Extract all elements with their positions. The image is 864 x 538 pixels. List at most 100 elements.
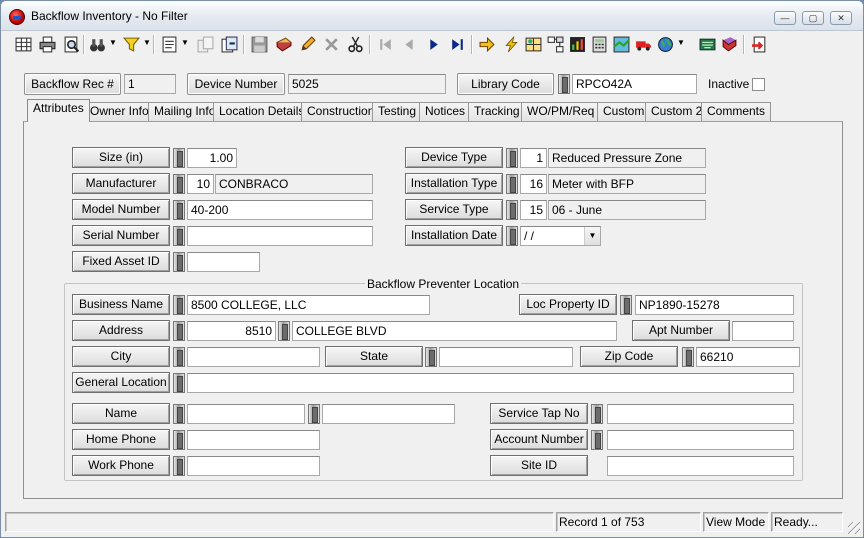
tab-tracking[interactable]: Tracking — [468, 102, 526, 121]
service-tap-no-field[interactable] — [607, 404, 794, 424]
state-button[interactable]: State — [325, 346, 423, 367]
chart-icon[interactable] — [567, 34, 587, 54]
truck-icon[interactable] — [633, 34, 653, 54]
tab-construction[interactable]: Construction — [301, 102, 381, 121]
date-dropdown-arrow-icon[interactable]: ▼ — [584, 227, 600, 245]
service-type-button[interactable]: Service Type — [405, 199, 503, 220]
business-name-field[interactable]: 8500 COLLEGE, LLC — [187, 295, 430, 315]
service-tap-no-button[interactable]: Service Tap No — [490, 403, 588, 424]
service-tap-indicator-icon[interactable] — [591, 404, 603, 424]
service-type-indicator-icon[interactable] — [506, 200, 518, 220]
zip-code-button[interactable]: Zip Code — [580, 346, 678, 367]
loc-property-id-button[interactable]: Loc Property ID — [519, 294, 617, 315]
device-type-indicator-icon[interactable] — [506, 148, 518, 168]
tab-custom-2[interactable]: Custom 2 — [645, 102, 709, 121]
general-location-field[interactable] — [187, 373, 794, 393]
name-button[interactable]: Name — [72, 403, 170, 424]
globe-icon[interactable] — [655, 34, 675, 54]
installation-date-indicator-icon[interactable] — [506, 226, 518, 246]
exit-icon[interactable] — [749, 34, 769, 54]
city-field[interactable] — [187, 347, 320, 367]
tab-location-details[interactable]: Location Details — [213, 102, 311, 121]
map-icon[interactable] — [523, 34, 543, 54]
site-id-button[interactable]: Site ID — [490, 455, 588, 476]
service-type-code-field[interactable]: 15 — [520, 200, 547, 220]
home-phone-indicator-icon[interactable] — [173, 430, 185, 450]
close-button[interactable]: ✕ — [830, 11, 852, 25]
tab-testing[interactable]: Testing — [372, 102, 423, 121]
business-name-indicator-icon[interactable] — [173, 295, 185, 315]
loc-property-id-indicator-icon[interactable] — [620, 295, 632, 315]
home-phone-button[interactable]: Home Phone — [72, 429, 170, 450]
report-icon[interactable] — [159, 34, 179, 54]
globe-dropdown-icon[interactable]: ▼ — [677, 38, 685, 48]
backflow-rec-button[interactable]: Backflow Rec # — [24, 73, 121, 95]
last-record-icon[interactable] — [447, 34, 467, 54]
device-type-button[interactable]: Device Type — [405, 147, 503, 168]
tab-attributes[interactable]: Attributes — [27, 99, 90, 122]
apt-number-field[interactable] — [732, 321, 794, 341]
city-indicator-icon[interactable] — [173, 347, 185, 367]
zip-code-indicator-icon[interactable] — [682, 347, 694, 367]
library-code-button[interactable]: Library Code — [457, 73, 554, 95]
filter-icon[interactable] — [121, 34, 141, 54]
account-number-button[interactable]: Account Number — [490, 429, 588, 450]
size-field[interactable]: 1.00 — [187, 148, 237, 168]
zip-code-field[interactable]: 66210 — [696, 347, 800, 367]
print-icon[interactable] — [37, 34, 57, 54]
manufacturer-indicator-icon[interactable] — [173, 174, 185, 194]
address-number-field[interactable]: 8510 — [187, 321, 276, 341]
address-street-field[interactable]: COLLEGE BLVD — [292, 321, 617, 341]
account-number-field[interactable] — [607, 430, 794, 450]
goto-arrow-icon[interactable] — [477, 34, 497, 54]
work-phone-button[interactable]: Work Phone — [72, 455, 170, 476]
state-field[interactable] — [439, 347, 573, 367]
business-name-button[interactable]: Business Name — [72, 294, 170, 315]
general-location-button[interactable]: General Location — [72, 372, 170, 393]
serial-number-indicator-icon[interactable] — [173, 226, 185, 246]
account-number-indicator-icon[interactable] — [591, 430, 603, 450]
street-indicator-icon[interactable] — [278, 321, 290, 341]
city-button[interactable]: City — [72, 346, 170, 367]
home-phone-field[interactable] — [187, 430, 320, 450]
next-record-icon[interactable] — [423, 34, 443, 54]
work-phone-field[interactable] — [187, 456, 320, 476]
address-indicator-icon[interactable] — [173, 321, 185, 341]
work-phone-indicator-icon[interactable] — [173, 456, 185, 476]
tab-notices[interactable]: Notices — [419, 102, 472, 121]
grid-icon[interactable] — [13, 34, 33, 54]
tab-owner-info[interactable]: Owner Info — [84, 102, 155, 121]
serial-number-button[interactable]: Serial Number — [72, 225, 170, 246]
name-last-field[interactable] — [322, 404, 455, 424]
general-location-indicator-icon[interactable] — [173, 373, 185, 393]
library-code-field[interactable]: RPCO42A — [572, 74, 697, 94]
model-number-indicator-icon[interactable] — [173, 200, 185, 220]
resize-grip-icon[interactable] — [848, 522, 860, 534]
state-indicator-icon[interactable] — [425, 347, 437, 367]
binoculars-icon[interactable] — [87, 34, 107, 54]
tab-mailing-info[interactable]: Mailing Info — [148, 102, 222, 121]
name-last-indicator-icon[interactable] — [308, 404, 320, 424]
fixed-asset-id-button[interactable]: Fixed Asset ID — [72, 251, 170, 272]
address-button[interactable]: Address — [72, 320, 170, 341]
cut-icon[interactable] — [345, 34, 365, 54]
gis-icon[interactable] — [611, 34, 631, 54]
serial-number-field[interactable] — [187, 226, 373, 246]
minimize-button[interactable]: — — [774, 11, 796, 25]
installation-type-button[interactable]: Installation Type — [405, 173, 503, 194]
device-number-button[interactable]: Device Number — [187, 73, 285, 95]
export-icon[interactable] — [219, 34, 239, 54]
name-first-field[interactable] — [187, 404, 305, 424]
model-number-button[interactable]: Model Number — [72, 199, 170, 220]
manufacturer-button[interactable]: Manufacturer — [72, 173, 170, 194]
tab-wo-pm-req[interactable]: WO/PM/Req — [521, 102, 601, 121]
filter-dropdown-icon[interactable]: ▼ — [143, 38, 151, 48]
tab-custom[interactable]: Custom — [597, 102, 651, 121]
installation-type-indicator-icon[interactable] — [506, 174, 518, 194]
manufacturer-code-field[interactable]: 10 — [187, 174, 214, 194]
site-id-field[interactable] — [607, 456, 794, 476]
library-code-indicator-icon[interactable] — [558, 74, 570, 94]
name-indicator-icon[interactable] — [173, 404, 185, 424]
loc-property-id-field[interactable]: NP1890-15278 — [635, 295, 794, 315]
print-preview-icon[interactable] — [61, 34, 81, 54]
